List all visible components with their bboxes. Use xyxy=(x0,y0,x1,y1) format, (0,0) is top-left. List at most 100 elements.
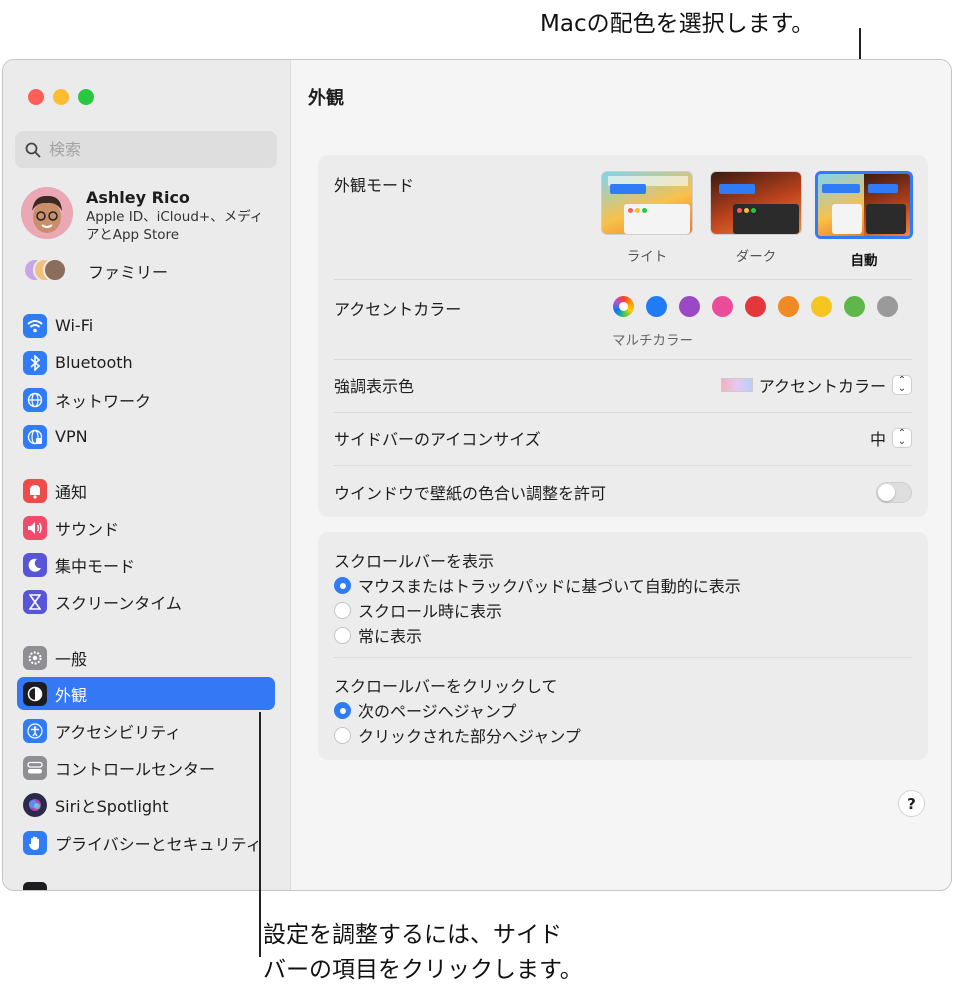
radio-label: 次のページへジャンプ xyxy=(358,702,517,721)
stage: Macの配色を選択します。 検索 Ashley Rico Apple ID、iC… xyxy=(0,0,955,992)
search-input[interactable] xyxy=(49,140,249,159)
mode-label-auto: 自動 xyxy=(850,253,878,269)
highlight-color-value: アクセントカラー xyxy=(758,377,886,396)
sidebar-item-partial-icon xyxy=(23,882,47,890)
sidebar-item-family[interactable]: ファミリー xyxy=(23,258,168,284)
divider xyxy=(334,412,912,413)
sidebar: Ashley Rico Apple ID、iCloud+、メディ アとApp S… xyxy=(3,60,291,890)
sidebar-item-label: 一般 xyxy=(55,649,88,669)
sidebar-item-focus[interactable]: 集中モード xyxy=(17,548,275,581)
avatar xyxy=(21,187,73,239)
hourglass-icon xyxy=(23,589,47,614)
sidebar-item-label: ネットワーク xyxy=(55,391,152,411)
sidebar-item-label: VPN xyxy=(55,427,88,446)
wallpaper-tinting-label: ウインドウで壁紙の色合い調整を許可 xyxy=(334,484,607,503)
accessibility-icon xyxy=(23,718,47,743)
accent-color-row: マルチカラー xyxy=(318,279,928,359)
radio-option-auto[interactable]: マウスまたはトラックパッドに基づいて自動的に表示 xyxy=(334,573,741,597)
radio-label: スクロール時に表示 xyxy=(358,602,503,621)
highlight-gradient-swatch xyxy=(720,378,753,392)
sidebar-item-sound[interactable]: サウンド xyxy=(17,511,275,544)
accent-selected-label: マルチカラー xyxy=(612,333,693,349)
close-button[interactable] xyxy=(28,89,44,105)
zoom-button[interactable] xyxy=(78,89,94,105)
radio-option-clicked-spot[interactable]: クリックされた部分へジャンプ xyxy=(334,723,581,747)
accent-green-swatch[interactable] xyxy=(844,296,865,317)
callout-line-bottom xyxy=(259,712,261,957)
callout-top: Macの配色を選択します。 xyxy=(540,11,815,37)
divider xyxy=(334,657,912,658)
radio-label: マウスまたはトラックパッドに基づいて自動的に表示 xyxy=(358,577,741,596)
click-scroll-bar-label: スクロールバーをクリックして xyxy=(334,677,558,696)
memoji-icon xyxy=(21,187,73,239)
radio-option-when-scrolling[interactable]: スクロール時に表示 xyxy=(334,598,502,622)
highlight-color-popup[interactable]: アクセントカラー ⌃ ⌄ xyxy=(720,373,912,397)
sidebar-item-privacy-security[interactable]: プライバシーとセキュリティ xyxy=(17,826,275,859)
accent-purple-swatch[interactable] xyxy=(679,296,700,317)
family-label: ファミリー xyxy=(88,263,169,282)
radio-button[interactable] xyxy=(334,601,351,619)
accent-blue-swatch[interactable] xyxy=(646,296,667,317)
mode-label-light: ライト xyxy=(626,249,668,265)
sidebar-item-appearance[interactable]: 外観 xyxy=(17,677,275,710)
appearance-icon xyxy=(23,681,47,706)
moon-icon xyxy=(23,552,47,577)
accent-red-swatch[interactable] xyxy=(745,296,766,317)
sidebar-icon-size-popup[interactable]: 中 ⌃ ⌄ xyxy=(870,426,912,450)
sidebar-item-network[interactable]: ネットワーク xyxy=(17,383,275,416)
mode-label-dark: ダーク xyxy=(735,249,777,265)
radio-option-always[interactable]: 常に表示 xyxy=(334,623,422,647)
radio-option-next-page[interactable]: 次のページへジャンプ xyxy=(334,698,516,722)
mode-option-light[interactable]: ライト xyxy=(601,171,693,265)
accent-graphite-swatch[interactable] xyxy=(877,296,898,317)
sidebar-item-label: スクリーンタイム xyxy=(55,593,182,613)
radio-label: 常に表示 xyxy=(358,627,423,646)
light-mode-thumbnail xyxy=(601,171,693,235)
sidebar-item-label: アクセシビリティ xyxy=(55,722,182,742)
sidebar-item-wifi[interactable]: Wi-Fi xyxy=(17,309,275,342)
sidebar-item-notifications[interactable]: 通知 xyxy=(17,474,275,507)
sidebar-item-label: 通知 xyxy=(55,482,88,502)
mode-option-auto[interactable]: 自動 xyxy=(815,171,913,269)
radio-button[interactable] xyxy=(334,576,351,594)
radio-button[interactable] xyxy=(334,701,351,719)
sidebar-item-accessibility[interactable]: アクセシビリティ xyxy=(17,714,275,747)
accent-pink-swatch[interactable] xyxy=(712,296,733,317)
dark-mode-thumbnail xyxy=(710,171,802,235)
sidebar-item-label: Wi-Fi xyxy=(55,316,94,335)
appearance-group: 外観モード ライト ダーク 自動 アクセントカラー マルチカラー 強調表示色 ア… xyxy=(318,155,928,517)
accent-yellow-swatch[interactable] xyxy=(811,296,832,317)
popup-chevron-icon: ⌃ ⌄ xyxy=(892,375,912,395)
divider xyxy=(334,359,912,360)
sidebar-item-screen-time[interactable]: スクリーンタイム xyxy=(17,585,275,618)
sidebar-item-siri-spotlight[interactable]: SiriとSpotlight xyxy=(17,788,275,821)
radio-button[interactable] xyxy=(334,726,351,744)
sidebar-icon-size-value: 中 xyxy=(869,430,886,449)
auto-mode-thumbnail xyxy=(815,171,913,239)
radio-button[interactable] xyxy=(334,626,351,644)
minimize-button[interactable] xyxy=(53,89,69,105)
profile-subtitle-1: Apple ID、iCloud+、メディ xyxy=(86,209,264,225)
accent-orange-swatch[interactable] xyxy=(778,296,799,317)
sidebar-item-label: Bluetooth xyxy=(55,353,133,372)
profile-name: Ashley Rico xyxy=(86,188,190,207)
callout-bottom-line-1: 設定を調整するには、サイド xyxy=(263,922,562,948)
popup-chevron-icon: ⌃ ⌄ xyxy=(892,428,912,448)
sidebar-item-label: SiriとSpotlight xyxy=(55,796,169,816)
mode-option-dark[interactable]: ダーク xyxy=(710,171,802,265)
page-title: 外観 xyxy=(308,88,344,109)
globe-icon xyxy=(23,387,47,412)
speaker-icon xyxy=(23,515,47,540)
apple-id-profile[interactable]: Ashley Rico Apple ID、iCloud+、メディ アとApp S… xyxy=(21,187,271,244)
callout-bottom-line-2: バーの項目をクリックします。 xyxy=(263,957,583,983)
search-field[interactable] xyxy=(15,131,277,168)
wifi-icon xyxy=(23,313,47,338)
wallpaper-tinting-toggle[interactable] xyxy=(876,482,912,503)
sidebar-item-general[interactable]: 一般 xyxy=(17,641,275,674)
accent-multicolor-swatch[interactable] xyxy=(613,296,634,317)
sidebar-item-bluetooth[interactable]: Bluetooth xyxy=(17,346,275,379)
sidebar-item-control-center[interactable]: コントロールセンター xyxy=(17,751,275,784)
sidebar-item-vpn[interactable]: VPN xyxy=(17,420,275,453)
help-button[interactable]: ? xyxy=(898,790,925,817)
sidebar-item-label: 外観 xyxy=(55,685,88,705)
